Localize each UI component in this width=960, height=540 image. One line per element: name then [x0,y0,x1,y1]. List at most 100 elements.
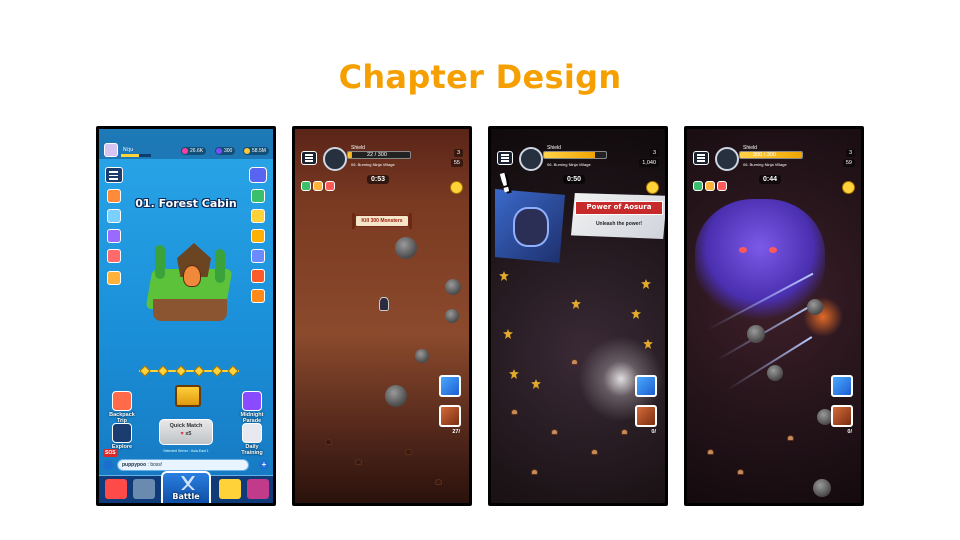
menu-button[interactable] [105,167,123,183]
enemy-icon [435,479,442,485]
pass-icon[interactable] [107,249,121,263]
mail-icon[interactable] [107,209,121,223]
battle-tab[interactable]: Battle [161,471,211,503]
chat-box[interactable]: puppypoo : boss! [117,459,249,471]
chat-icon[interactable] [103,460,113,470]
player-xp-bar [121,154,151,157]
explore-button[interactable]: Explore [105,423,139,450]
kill-progress-text: 22 / 300 [367,152,387,158]
player-avatar[interactable] [104,143,118,157]
stage-name: 06. Burning Ninja Village [547,162,591,167]
chat-add-button[interactable]: + [259,460,269,470]
trophy-icon[interactable] [251,229,265,243]
emote-icon[interactable] [842,181,855,194]
boulder-enemy [445,279,461,295]
boulder-enemy [813,479,831,497]
game-hud: Shield 06. Burning Ninja Village 3 1,040 [491,129,665,175]
boulder-enemy [767,365,783,381]
stage-name: 06. Burning Ninja Village [351,162,395,167]
target-icon [242,423,262,443]
buff-icon [301,181,311,191]
skill-button-primary[interactable] [831,375,853,397]
boulder-enemy [415,349,429,363]
gameplay-screenshot-2: Shield 06. Burning Ninja Village 3 1,040… [488,126,668,506]
gold-star-pickup [641,279,651,289]
compass-icon [112,423,132,443]
hud-stat-bottom: 55 [450,159,463,167]
server-label: Selected Server : Asia-East 1 [163,449,209,453]
boulder-enemy [445,309,459,323]
hud-stat-top: 3 [453,149,463,157]
hud-stat-bottom: 59 [842,159,855,167]
enemy-icon [531,469,538,475]
buff-icon [717,181,727,191]
boulder-enemy [395,237,417,259]
strength-tab-icon[interactable] [219,479,241,499]
gold-star-pickup [503,329,513,339]
chapter-island-image[interactable] [141,239,237,327]
enemy-icon [405,449,412,455]
hud-stat-bottom: 1,040 [639,159,659,167]
currency-gold[interactable]: 58.5M [243,147,269,155]
skill-button-primary[interactable] [439,375,461,397]
skill-button-ultimate[interactable] [635,405,657,427]
chapter-title: 01. Forest Cabin [135,197,237,210]
chest-icon[interactable] [251,289,265,303]
gift-icon[interactable] [251,249,265,263]
gold-star-pickup [571,299,581,309]
enemy-icon [551,429,558,435]
chapter-progress-track [139,365,239,377]
enemy-icon [621,429,628,435]
pause-menu-button[interactable] [693,151,709,165]
enemy-icon [511,409,518,415]
skill-charge-count: 0/ [847,429,852,435]
skill-charge-count: 0/ [651,429,656,435]
shop-tab-icon[interactable] [105,479,127,499]
pause-menu-button[interactable] [301,151,317,165]
boulder-enemy [385,385,407,407]
mission-banner: Kill 300 Monsters [352,213,412,229]
enemy-icon [355,459,362,465]
kill-progress-bar [543,151,607,159]
power-popup: Power of Aosura Unleash the power! [491,181,665,267]
gold-star-pickup [509,369,519,379]
currency-crystals[interactable]: 300 [215,147,236,155]
hud-stat-top: 3 [649,149,659,157]
gold-star-pickup [631,309,641,319]
run-timer: 0:53 [367,175,390,184]
crossed-swords-icon [181,476,195,490]
pause-menu-button[interactable] [497,151,513,165]
game-hud: Shield 22 / 300 06. Burning Ninja Villag… [295,129,469,175]
parade-icon [242,391,262,411]
ranking-icon[interactable] [251,209,265,223]
currency-gems[interactable]: 26.6K [181,147,207,155]
pack-icon[interactable] [251,269,265,283]
popup-subtitle: Unleash the power! [595,221,643,227]
enemy-icon [787,435,794,441]
quick-match-button[interactable]: Quick Match ♥ x5 [159,419,213,445]
player-name: Ni:ju [123,147,134,153]
stage-name: 06. Burning Ninja Village [743,162,787,167]
skill-button-ultimate[interactable] [831,405,853,427]
boulder-enemy [747,325,765,343]
shop-icon[interactable] [107,271,121,285]
buff-icon [693,181,703,191]
guild-tab-icon[interactable] [247,479,269,499]
slash-effect [726,336,813,391]
enemy-icon [707,449,714,455]
skill-button-primary[interactable] [635,375,657,397]
boulder-enemy [807,299,823,315]
buff-icon [705,181,715,191]
midnight-parade-button[interactable]: Midnight Parade [235,391,269,424]
calendar-icon[interactable] [107,229,121,243]
discord-icon[interactable] [249,167,267,183]
emote-icon[interactable] [450,181,463,194]
backpack-trip-button[interactable]: Backpack Trip [105,391,139,424]
hero-avatar [519,147,543,171]
gold-star-pickup [531,379,541,389]
skill-button-ultimate[interactable] [439,405,461,427]
weapon-tab-icon[interactable] [133,479,155,499]
reward-chest-icon[interactable] [175,385,201,407]
enemy-icon [737,469,744,475]
gameplay-screenshot-3: Shield 300 / 300 06. Burning Ninja Villa… [684,126,864,506]
